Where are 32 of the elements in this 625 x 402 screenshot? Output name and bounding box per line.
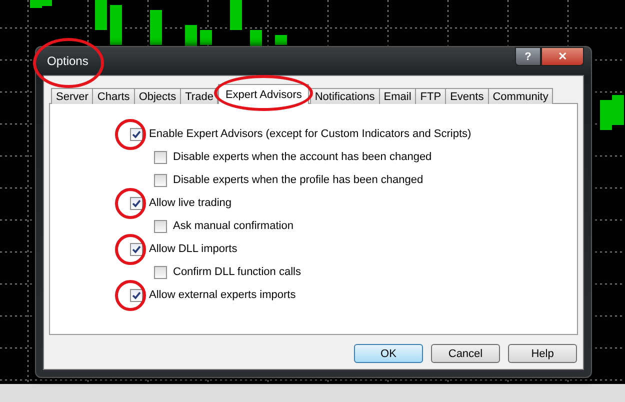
checkbox[interactable] (130, 196, 143, 210)
checkbox-label: Allow live trading (149, 197, 232, 209)
tab[interactable]: Notifications (310, 88, 380, 104)
tab[interactable]: Community (488, 88, 554, 104)
tab[interactable]: Server (51, 88, 94, 104)
help-button[interactable]: ? (515, 47, 541, 66)
checkbox[interactable] (130, 288, 143, 302)
tab[interactable]: FTP (415, 88, 446, 104)
checkbox-label: Enable Expert Advisors (except for Custom Indicators and Scripts) (149, 128, 472, 140)
dialog-button[interactable]: Help (508, 344, 577, 363)
checkbox[interactable] (154, 220, 167, 232)
tab[interactable]: Objects (134, 88, 182, 104)
checkbox[interactable] (130, 128, 143, 140)
close-button[interactable]: ✕ (541, 47, 584, 66)
checkbox-label: Allow external experts imports (149, 289, 296, 301)
tab[interactable]: Events (445, 88, 489, 104)
tab[interactable]: Expert Advisors (218, 84, 309, 104)
checkbox[interactable] (154, 266, 167, 278)
dialog-button[interactable]: Cancel (431, 344, 500, 363)
checkbox[interactable] (154, 174, 167, 186)
checkbox-label: Ask manual confirmation (173, 220, 294, 232)
tab[interactable]: Trade (180, 88, 218, 104)
checkbox-label: Disable experts when the profile has been changed (173, 174, 424, 186)
tab[interactable]: Charts (92, 88, 135, 104)
tab[interactable]: Email (378, 88, 416, 104)
checkbox-label: Disable experts when the account has been changed (173, 151, 432, 163)
checkbox-label: Allow DLL imports (149, 243, 238, 255)
checkbox-label: Confirm DLL function calls (173, 266, 301, 278)
checkbox[interactable] (154, 150, 167, 164)
checkbox[interactable] (130, 242, 143, 256)
window-title: Options (47, 54, 88, 68)
dialog-button[interactable]: OK (354, 344, 423, 363)
